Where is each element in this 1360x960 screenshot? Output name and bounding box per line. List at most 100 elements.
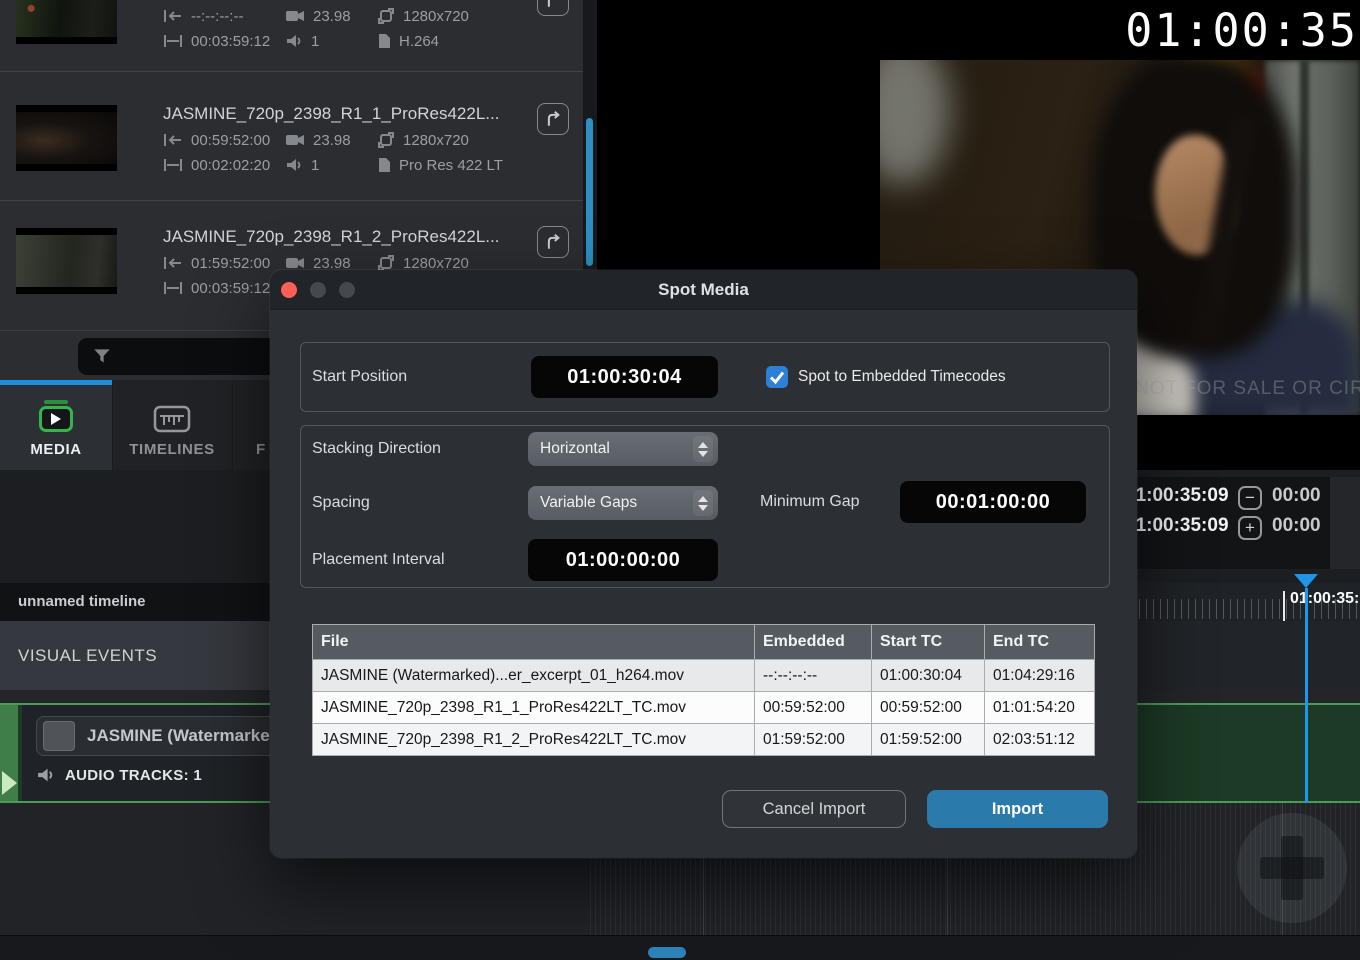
cell-end-tc: 01:04:29:16 [985, 660, 1095, 692]
share-arrow-icon [538, 0, 567, 14]
timeline-clip-name: JASMINE (Watermarked) [87, 717, 286, 755]
cell-embedded: 01:59:52:00 [755, 724, 872, 756]
clip-thumbnail [16, 0, 117, 44]
viewer-timecode: 01:00:35 [1125, 4, 1358, 57]
tab-media[interactable]: MEDIA [0, 385, 112, 470]
media-tab-icon [39, 406, 73, 432]
filter-funnel-icon [91, 345, 113, 367]
tab-separator [112, 385, 113, 470]
plus-offset-button[interactable]: + [1238, 516, 1262, 540]
placement-interval-label: Placement Interval [312, 539, 445, 581]
spot-media-dialog: Spot Media Start Position 01:00:30:04 Sp… [270, 270, 1137, 858]
timeline-name: unnamed timeline [18, 583, 146, 621]
stacking-direction-label: Stacking Direction [312, 432, 441, 466]
zoom-in-button[interactable] [1237, 813, 1347, 923]
playhead-line [1305, 588, 1308, 803]
horizontal-scrollbar-thumb[interactable] [648, 947, 686, 958]
clip-list-item[interactable]: JASMINE_720p_2398_R1_1_ProRes422L... 00:… [0, 71, 583, 200]
frame-size-icon [377, 131, 395, 149]
table-row[interactable]: JASMINE_720p_2398_R1_2_ProRes422LT_TC.mo… [313, 724, 1095, 756]
column-header-file: File [313, 625, 755, 660]
spacing-value: Variable Gaps [540, 494, 637, 512]
tab-separator [232, 385, 233, 470]
codec-file-icon [377, 33, 391, 49]
clip-audio-channels: 1 [311, 33, 319, 50]
minus-icon: − [1245, 488, 1255, 507]
app-window: NOT FOR SALE OR CIRC 01:00:35 --:--:--:-… [0, 0, 1360, 960]
clip-share-button[interactable] [537, 103, 569, 135]
table-row[interactable]: JASMINE_720p_2398_R1_1_ProRes422LT_TC.mo… [313, 692, 1095, 724]
audio-channels-icon [285, 158, 303, 172]
clip-thumbnail [16, 228, 117, 294]
frame-size-icon [377, 7, 395, 25]
clip-list-item[interactable]: --:--:--:-- 23.98 1280x720 00:03:59:12 [0, 0, 583, 71]
dialog-title-bar[interactable]: Spot Media [270, 270, 1137, 310]
timelines-tab-icon [152, 403, 192, 435]
stacking-direction-select[interactable]: Horizontal [528, 432, 718, 466]
start-position-label: Start Position [312, 356, 407, 398]
stepper-arrows-icon[interactable] [693, 436, 713, 462]
cell-file: JASMINE (Watermarked)...er_excerpt_01_h2… [313, 660, 755, 692]
spacing-select[interactable]: Variable Gaps [528, 486, 718, 520]
in-point-icon [163, 9, 183, 23]
duration-icon [163, 158, 183, 172]
camera-icon [285, 133, 305, 147]
cell-end-tc: 02:03:51:12 [985, 724, 1095, 756]
clip-thumbnail [16, 105, 117, 171]
cell-embedded: --:--:--:-- [755, 660, 872, 692]
speaker-icon [36, 767, 55, 783]
duration-icon [163, 281, 183, 295]
ruler-timecode-label: 01:00:35:00 [1290, 590, 1360, 608]
clip-resolution: 1280x720 [403, 132, 469, 149]
share-arrow-icon [538, 104, 567, 133]
offset-value: 00:00 [1272, 485, 1321, 507]
share-arrow-icon [538, 227, 567, 256]
watermark-text: NOT FOR SALE OR CIRC [1135, 378, 1360, 400]
offset-value: 00:00 [1272, 515, 1321, 537]
tab-label: TIMELINES [112, 441, 232, 458]
stepper-arrows-icon[interactable] [693, 490, 713, 516]
clip-in-timecode: 00:59:52:00 [191, 132, 270, 149]
clip-codec: H.264 [399, 33, 439, 50]
play-triangle-icon [2, 771, 17, 795]
camera-icon [285, 9, 305, 23]
tab-label: MEDIA [0, 441, 112, 458]
cell-embedded: 00:59:52:00 [755, 692, 872, 724]
cell-start-tc: 01:00:30:04 [872, 660, 985, 692]
plus-icon: + [1245, 518, 1255, 537]
minimum-gap-label: Minimum Gap [760, 481, 860, 523]
cell-file: JASMINE_720p_2398_R1_2_ProRes422LT_TC.mo… [313, 724, 755, 756]
clip-duration: 00:03:59:12 [191, 280, 270, 297]
spacing-label: Spacing [312, 486, 370, 520]
clip-duration: 00:02:02:20 [191, 157, 270, 174]
clip-audio-channels: 1 [311, 157, 319, 174]
clip-share-button[interactable] [537, 226, 569, 258]
clip-in-timecode: 01:59:52:00 [191, 255, 270, 272]
minus-offset-button[interactable]: − [1238, 486, 1262, 510]
clip-name: JASMINE_720p_2398_R1_2_ProRes422L... [163, 227, 499, 247]
tab-timelines[interactable]: TIMELINES [112, 385, 232, 470]
clip-framerate: 23.98 [313, 132, 351, 149]
import-button[interactable]: Import [927, 790, 1108, 828]
placement-interval-field[interactable]: 01:00:00:00 [528, 539, 718, 581]
in-point-icon [163, 133, 183, 147]
minimum-gap-field[interactable]: 00:01:00:00 [900, 481, 1086, 523]
cell-start-tc: 00:59:52:00 [872, 692, 985, 724]
start-position-field[interactable]: 01:00:30:04 [531, 356, 718, 398]
spot-to-embedded-checkbox[interactable] [766, 366, 788, 388]
clip-in-timecode: --:--:--:-- [191, 8, 243, 25]
timecode-panel-side [1330, 477, 1360, 569]
clip-framerate: 23.98 [313, 255, 351, 272]
playhead-handle[interactable] [1294, 574, 1318, 588]
clip-name: JASMINE_720p_2398_R1_1_ProRes422L... [163, 104, 499, 124]
clip-framerate: 23.98 [313, 8, 351, 25]
cell-file: JASMINE_720p_2398_R1_1_ProRes422LT_TC.mo… [313, 692, 755, 724]
checkbox-label: Spot to Embedded Timecodes [798, 356, 1006, 398]
media-panel-scrollbar-thumb[interactable] [586, 118, 593, 266]
audio-tracks-label: AUDIO TRACKS: 1 [65, 767, 202, 784]
table-row[interactable]: JASMINE (Watermarked)...er_excerpt_01_h2… [313, 660, 1095, 692]
codec-file-icon [377, 157, 391, 173]
clip-share-button[interactable] [537, 0, 569, 16]
cancel-import-button[interactable]: Cancel Import [722, 790, 906, 828]
in-point-icon [163, 256, 183, 270]
